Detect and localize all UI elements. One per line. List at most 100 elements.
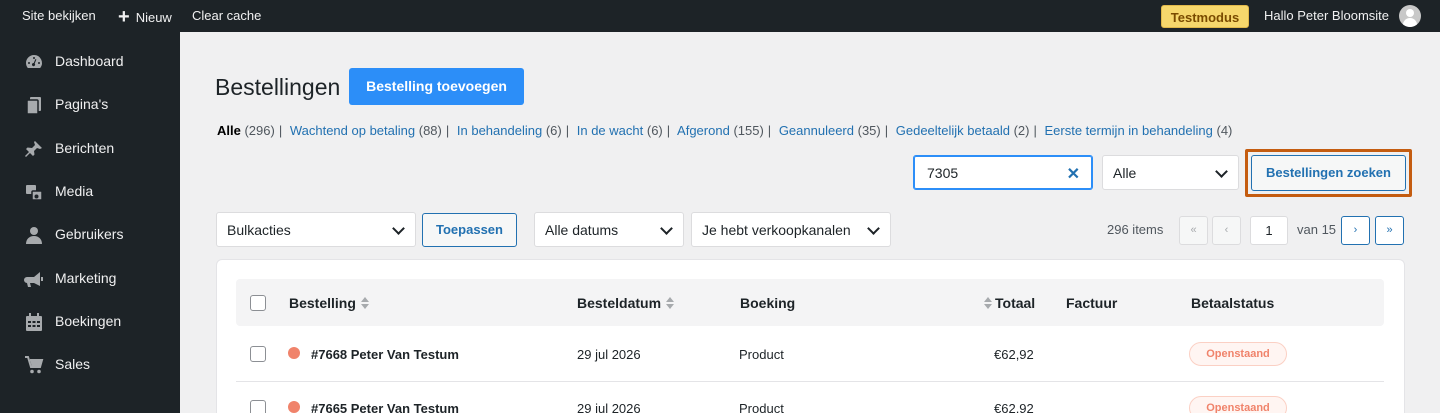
cart-icon bbox=[25, 356, 44, 374]
separator: | bbox=[445, 123, 450, 138]
add-order-button[interactable]: Bestelling toevoegen bbox=[349, 68, 524, 105]
separator: | bbox=[666, 123, 671, 138]
dates-value: Alle datums bbox=[545, 222, 619, 238]
admin-bar: Site bekijken + Nieuw Clear cache Testmod… bbox=[0, 0, 1440, 32]
filter-all[interactable]: Alle bbox=[217, 123, 241, 138]
status-badge: Openstaand bbox=[1189, 342, 1287, 366]
order-booking: Product bbox=[739, 401, 784, 413]
column-total-label: Totaal bbox=[995, 295, 1036, 311]
sidebar-item-label: Marketing bbox=[55, 270, 117, 286]
filter-count: (4) bbox=[1216, 123, 1233, 138]
sidebar-item-label: Berichten bbox=[55, 140, 115, 156]
dashboard-icon bbox=[26, 55, 42, 68]
chevron-down-icon bbox=[1215, 165, 1228, 178]
column-date-label: Besteldatum bbox=[577, 295, 662, 311]
new-menu[interactable]: + Nieuw bbox=[118, 0, 172, 32]
select-all-checkbox[interactable] bbox=[250, 295, 266, 311]
sidebar-item-media[interactable]: Media bbox=[0, 172, 180, 212]
channels-select[interactable]: Je hebt verkoopkanalen bbox=[691, 212, 891, 247]
column-date[interactable]: Besteldatum bbox=[577, 295, 675, 311]
close-icon[interactable]: ✕ bbox=[1067, 164, 1080, 184]
items-count: 296 items bbox=[1107, 222, 1164, 237]
filter-count: (2) bbox=[1013, 123, 1030, 138]
current-page-input[interactable]: 1 bbox=[1250, 216, 1288, 245]
filter-cancelled[interactable]: Geannuleerd bbox=[779, 123, 854, 138]
sidebar-item-marketing[interactable]: Marketing bbox=[0, 259, 180, 299]
pin-icon bbox=[25, 141, 42, 157]
bulk-actions-select[interactable]: Bulkacties bbox=[216, 212, 416, 247]
sidebar-item-users[interactable]: Gebruikers bbox=[0, 215, 180, 255]
row-divider bbox=[236, 381, 1384, 382]
search-input[interactable]: 7305 ✕ bbox=[913, 155, 1093, 190]
filter-partially-paid[interactable]: Gedeeltelijk betaald bbox=[896, 123, 1010, 138]
chevron-down-icon bbox=[392, 222, 405, 235]
order-booking: Product bbox=[739, 347, 784, 362]
status-dot bbox=[288, 347, 300, 359]
first-page-button[interactable]: « bbox=[1179, 216, 1208, 245]
sidebar-item-posts[interactable]: Berichten bbox=[0, 129, 180, 169]
row-checkbox[interactable] bbox=[250, 400, 266, 413]
filter-count: (35) bbox=[857, 123, 881, 138]
sidebar-item-pages[interactable]: Pagina's bbox=[0, 85, 180, 125]
sidebar-item-dashboard[interactable]: Dashboard bbox=[0, 42, 180, 82]
filter-count: (6) bbox=[646, 123, 663, 138]
search-value: 7305 bbox=[927, 165, 959, 181]
order-link[interactable]: #7668 Peter Van Testum bbox=[311, 347, 459, 362]
sidebar: Dashboard Pagina's Berichten Media Gebru… bbox=[0, 32, 180, 413]
sidebar-item-bookings[interactable]: Boekingen bbox=[0, 302, 180, 342]
calendar-icon bbox=[26, 313, 42, 331]
separator: | bbox=[278, 123, 283, 138]
separator: | bbox=[565, 123, 570, 138]
total-pages: van 15 bbox=[1297, 222, 1337, 237]
filter-processing[interactable]: In behandeling bbox=[457, 123, 542, 138]
separator: | bbox=[1033, 123, 1037, 138]
row-checkbox[interactable] bbox=[250, 346, 266, 362]
search-scope-select[interactable]: Alle bbox=[1102, 155, 1239, 190]
megaphone-icon bbox=[24, 272, 43, 287]
clear-cache-link[interactable]: Clear cache bbox=[192, 0, 261, 32]
filter-first-installment[interactable]: Eerste termijn in behandeling bbox=[1044, 123, 1212, 138]
apply-button[interactable]: Toepassen bbox=[422, 213, 517, 247]
channels-value: Je hebt verkoopkanalen bbox=[702, 222, 851, 238]
chevron-down-icon bbox=[867, 222, 880, 235]
filter-count: (6) bbox=[545, 123, 562, 138]
sidebar-item-label: Dashboard bbox=[55, 53, 124, 69]
column-order[interactable]: Bestelling bbox=[289, 295, 369, 311]
order-link[interactable]: #7665 Peter Van Testum bbox=[311, 401, 459, 413]
bulk-actions-value: Bulkacties bbox=[227, 222, 291, 238]
plus-icon: + bbox=[118, 6, 130, 28]
filter-on-hold[interactable]: In de wacht bbox=[577, 123, 644, 138]
sidebar-item-label: Sales bbox=[55, 356, 91, 372]
order-total: €62,92 bbox=[994, 347, 1034, 362]
filter-count: (296) bbox=[244, 123, 275, 138]
site-link[interactable]: Site bekijken bbox=[22, 0, 96, 32]
page-title: Bestellingen bbox=[215, 74, 341, 100]
test-mode-badge: Testmodus bbox=[1161, 5, 1249, 28]
sort-icon bbox=[666, 297, 675, 309]
column-order-label: Bestelling bbox=[289, 295, 356, 311]
last-page-button[interactable]: » bbox=[1375, 216, 1404, 245]
dates-select[interactable]: Alle datums bbox=[534, 212, 684, 247]
pages-icon bbox=[26, 97, 41, 115]
filter-completed[interactable]: Afgerond bbox=[677, 123, 730, 138]
separator: | bbox=[767, 123, 772, 138]
sidebar-item-label: Pagina's bbox=[55, 96, 109, 112]
prev-page-button[interactable]: ‹ bbox=[1212, 216, 1241, 245]
column-payment-status: Betaalstatus bbox=[1191, 295, 1275, 311]
greeting[interactable]: Hallo Peter Bloomsite bbox=[1264, 0, 1389, 32]
media-icon bbox=[26, 185, 43, 201]
order-date: 29 jul 2026 bbox=[577, 401, 641, 413]
sidebar-item-label: Media bbox=[55, 183, 94, 199]
status-filters: Alle (296) | Wachtend op betaling (88) | I… bbox=[217, 123, 1232, 138]
next-page-button[interactable]: › bbox=[1341, 216, 1370, 245]
filter-pending-payment[interactable]: Wachtend op betaling bbox=[290, 123, 415, 138]
separator: | bbox=[884, 123, 889, 138]
column-booking: Boeking bbox=[740, 295, 796, 311]
sidebar-item-sales[interactable]: Sales bbox=[0, 345, 180, 385]
column-total[interactable]: Totaal bbox=[984, 295, 1035, 311]
status-dot bbox=[288, 401, 300, 413]
sidebar-item-label: Boekingen bbox=[55, 313, 122, 329]
search-orders-button[interactable]: Bestellingen zoeken bbox=[1251, 155, 1406, 191]
column-invoice: Factuur bbox=[1066, 295, 1118, 311]
avatar[interactable] bbox=[1399, 5, 1421, 27]
